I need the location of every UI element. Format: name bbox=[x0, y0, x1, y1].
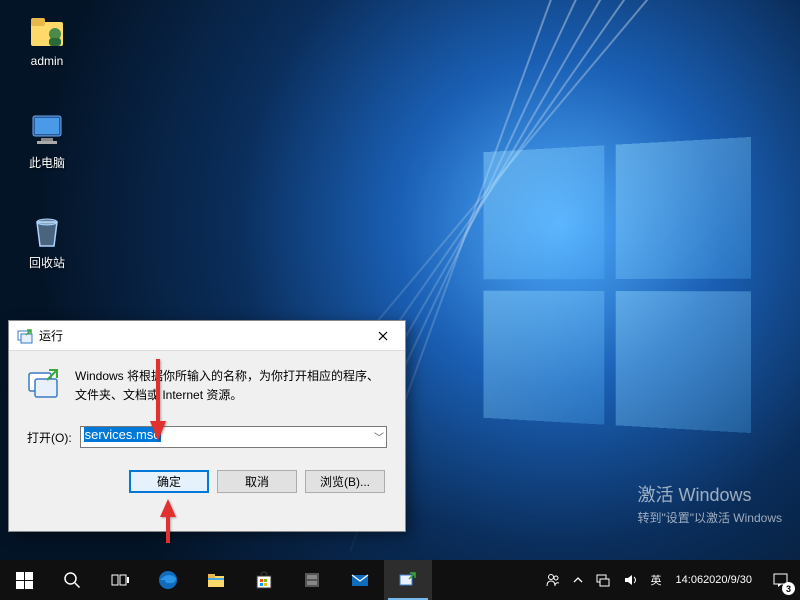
system-tray: 英 14:06 2020/9/30 3 bbox=[539, 560, 800, 600]
windows-logo-icon bbox=[16, 572, 33, 589]
taskbar-manager[interactable] bbox=[288, 560, 336, 600]
desktop-icon-admin[interactable]: admin bbox=[12, 10, 82, 68]
ok-button[interactable]: 确定 bbox=[129, 470, 209, 493]
desktop-icon-this-pc[interactable]: 此电脑 bbox=[12, 110, 82, 171]
chevron-down-icon[interactable]: ﹀ bbox=[374, 429, 384, 444]
taskbar: 英 14:06 2020/9/30 3 bbox=[0, 560, 800, 600]
open-input[interactable]: services.msc bbox=[80, 426, 387, 448]
tray-network[interactable] bbox=[589, 560, 617, 600]
desktop-icon-label: 回收站 bbox=[12, 254, 82, 271]
people-icon bbox=[545, 572, 561, 588]
tray-ime[interactable]: 英 bbox=[645, 560, 668, 600]
tray-notifications[interactable]: 3 bbox=[760, 560, 800, 600]
network-icon bbox=[595, 572, 611, 588]
taskbar-run-dialog[interactable] bbox=[384, 560, 432, 600]
dialog-description: Windows 将根据你所输入的名称，为你打开相应的程序、文件夹、文档或 Int… bbox=[75, 367, 387, 404]
recycle-bin-icon bbox=[27, 210, 67, 250]
taskbar-mail[interactable] bbox=[336, 560, 384, 600]
ime-label: 英 bbox=[651, 572, 662, 588]
user-folder-icon bbox=[27, 10, 67, 50]
desktop-icon-label: 此电脑 bbox=[12, 154, 82, 171]
run-dialog-icon bbox=[27, 367, 61, 401]
tray-overflow[interactable] bbox=[567, 560, 589, 600]
tray-volume[interactable] bbox=[617, 560, 645, 600]
watermark-title: 激活 Windows bbox=[637, 481, 782, 507]
tray-clock[interactable]: 14:06 2020/9/30 bbox=[668, 560, 760, 600]
browse-button[interactable]: 浏览(B)... bbox=[305, 470, 385, 493]
volume-icon bbox=[623, 572, 639, 588]
desktop[interactable]: admin 此电脑 回收站 激活 Windows 转到"设置"以激活 Windo… bbox=[0, 0, 800, 560]
run-icon bbox=[17, 328, 33, 344]
taskbar-edge[interactable] bbox=[144, 560, 192, 600]
tray-people[interactable] bbox=[539, 560, 567, 600]
folder-icon bbox=[206, 570, 226, 590]
taskbar-file-explorer[interactable] bbox=[192, 560, 240, 600]
clock-time: 14:06 bbox=[676, 573, 704, 588]
open-label: 打开(O): bbox=[27, 429, 72, 446]
watermark-subtitle: 转到"设置"以激活 Windows bbox=[637, 509, 782, 526]
run-dialog: 运行 Windows 将根据你所输入的名称，为你打开相应的程序、文件夹、文档或 … bbox=[8, 320, 406, 532]
store-icon bbox=[254, 570, 274, 590]
wallpaper-windows-logo bbox=[484, 137, 751, 433]
task-view-icon bbox=[111, 571, 129, 589]
run-icon bbox=[398, 570, 418, 590]
activation-watermark: 激活 Windows 转到"设置"以激活 Windows bbox=[637, 481, 782, 526]
search-button[interactable] bbox=[48, 560, 96, 600]
edge-icon bbox=[157, 569, 179, 591]
start-button[interactable] bbox=[0, 560, 48, 600]
notification-badge: 3 bbox=[782, 582, 795, 595]
computer-icon bbox=[27, 110, 67, 150]
dialog-titlebar[interactable]: 运行 bbox=[9, 321, 405, 351]
close-button[interactable] bbox=[360, 321, 405, 351]
taskbar-store[interactable] bbox=[240, 560, 288, 600]
desktop-icon-recycle-bin[interactable]: 回收站 bbox=[12, 210, 82, 271]
mail-icon bbox=[350, 570, 370, 590]
search-icon bbox=[63, 571, 81, 589]
close-icon bbox=[378, 331, 388, 341]
task-view-button[interactable] bbox=[96, 560, 144, 600]
cancel-button[interactable]: 取消 bbox=[217, 470, 297, 493]
open-combobox[interactable]: services.msc ﹀ bbox=[80, 426, 387, 448]
clock-date: 2020/9/30 bbox=[703, 573, 752, 588]
dialog-title: 运行 bbox=[39, 327, 360, 344]
server-manager-icon bbox=[302, 570, 322, 590]
chevron-up-icon bbox=[573, 575, 583, 585]
desktop-icon-label: admin bbox=[12, 54, 82, 68]
